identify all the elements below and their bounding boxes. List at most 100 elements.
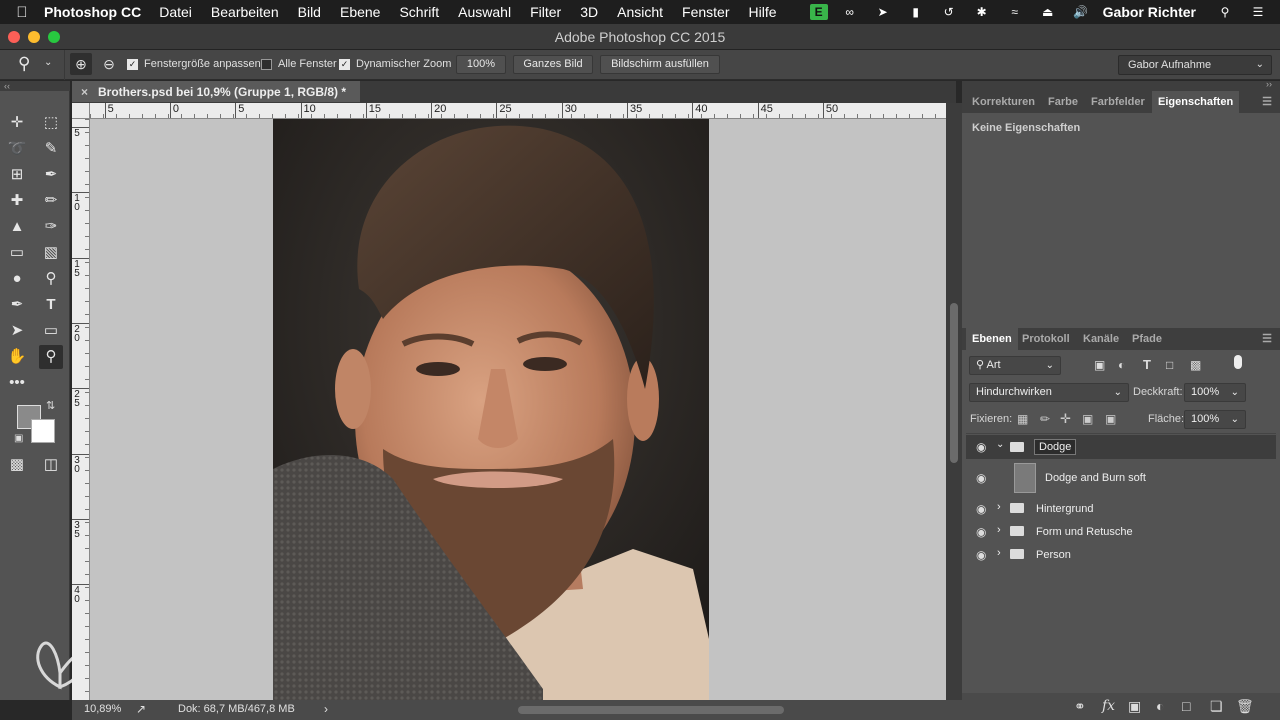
pen-tool-icon[interactable]: ✒ bbox=[5, 293, 29, 317]
layer-row[interactable]: ◉ › Person bbox=[966, 543, 1276, 566]
gradient-tool-icon[interactable]: ▧ bbox=[39, 241, 63, 265]
lock-artboard-icon[interactable]: ▣ bbox=[1082, 412, 1093, 426]
adjustment-layer-icon[interactable]: ◐ bbox=[1156, 698, 1164, 714]
filter-adjustment-icon[interactable]: ◐ bbox=[1118, 358, 1125, 372]
hand-tool-icon[interactable]: ✋ bbox=[5, 345, 29, 369]
document-size[interactable]: Dok: 68,7 MB/467,8 MB bbox=[178, 703, 295, 715]
tab-farbe[interactable]: Farbe bbox=[1048, 91, 1078, 113]
move-tool-icon[interactable]: ✛ bbox=[5, 111, 29, 135]
tab-pfade[interactable]: Pfade bbox=[1132, 328, 1162, 350]
marquee-tool-icon[interactable]: ⬚ bbox=[39, 111, 63, 135]
screen-mode-icon[interactable]: ◫ bbox=[39, 453, 63, 477]
crop-tool-icon[interactable]: ⊞ bbox=[5, 163, 29, 187]
close-window-button[interactable] bbox=[8, 31, 20, 43]
all-windows-checkbox[interactable] bbox=[261, 59, 272, 70]
menu-ebene[interactable]: Ebene bbox=[340, 4, 380, 20]
visibility-eye-icon[interactable]: ◉ bbox=[976, 440, 990, 454]
lasso-tool-icon[interactable]: ➰ bbox=[5, 137, 29, 161]
tab-korrekturen[interactable]: Korrekturen bbox=[972, 91, 1035, 113]
menu-ansicht[interactable]: Ansicht bbox=[617, 4, 663, 20]
fill-field[interactable]: 100% ⌄ bbox=[1184, 410, 1246, 429]
workspace-select[interactable]: Gabor Aufnahme ⌄ bbox=[1118, 55, 1272, 75]
lock-image-icon[interactable]: ✏ bbox=[1040, 412, 1050, 426]
type-tool-icon[interactable]: T bbox=[39, 293, 63, 317]
chevron-down-icon[interactable]: ⌄ bbox=[44, 57, 52, 68]
menu-filter[interactable]: Filter bbox=[530, 4, 561, 20]
lock-transparency-icon[interactable]: ▦ bbox=[1017, 412, 1028, 426]
zoom-100-button[interactable]: 100% bbox=[456, 55, 506, 74]
filter-shape-icon[interactable]: □ bbox=[1166, 358, 1173, 372]
chevron-right-icon[interactable]: › bbox=[324, 702, 328, 716]
layer-name-input[interactable]: Dodge bbox=[1034, 439, 1077, 455]
layer-row[interactable]: ◉ › Form und Retusche bbox=[966, 520, 1276, 543]
healing-brush-tool-icon[interactable]: ✚ bbox=[5, 189, 29, 213]
layer-row[interactable]: ◉ › Hintergrund bbox=[966, 497, 1276, 520]
swap-colors-icon[interactable]: ⇅ bbox=[46, 399, 55, 412]
user-name[interactable]: Gabor Richter bbox=[1103, 4, 1196, 20]
evernote-icon[interactable]: E bbox=[809, 4, 828, 20]
history-brush-tool-icon[interactable]: ✑ bbox=[39, 215, 63, 239]
close-document-icon[interactable]: × bbox=[81, 81, 88, 103]
lock-position-icon[interactable]: ✛ bbox=[1060, 411, 1071, 427]
vertical-scrollbar[interactable] bbox=[946, 103, 962, 700]
zoom-tool-preset-icon[interactable]: ⚲ bbox=[18, 54, 30, 74]
visibility-eye-icon[interactable]: ◉ bbox=[976, 548, 990, 562]
clone-stamp-tool-icon[interactable]: ▲ bbox=[5, 215, 29, 239]
chevron-right-icon[interactable]: › bbox=[997, 501, 1001, 513]
zoom-window-button[interactable] bbox=[48, 31, 60, 43]
filter-type-icon[interactable]: T bbox=[1143, 357, 1151, 372]
new-layer-icon[interactable]: ❏ bbox=[1210, 698, 1223, 715]
apple-menu-icon[interactable]:  bbox=[0, 4, 44, 21]
more-tools-icon[interactable]: ••• bbox=[5, 371, 29, 395]
bluetooth-icon[interactable]: ✱ bbox=[971, 4, 993, 20]
menu-auswahl[interactable]: Auswahl bbox=[458, 4, 511, 20]
cast-icon[interactable]: ➤ bbox=[872, 4, 894, 20]
new-group-icon[interactable]: □ bbox=[1182, 698, 1190, 714]
panel-dock-header[interactable]: ›› bbox=[962, 79, 1280, 91]
tools-panel-header[interactable]: ‹‹ bbox=[0, 81, 70, 91]
filter-pixel-icon[interactable]: ▣ bbox=[1094, 358, 1105, 372]
add-mask-icon[interactable]: ▣ bbox=[1128, 698, 1141, 715]
layer-row[interactable]: ◉ ⌄ Dodge bbox=[966, 435, 1276, 459]
eyedropper-tool-icon[interactable]: ✒ bbox=[39, 163, 63, 187]
tab-protokoll[interactable]: Protokoll bbox=[1022, 328, 1070, 350]
ruler-origin[interactable] bbox=[72, 103, 90, 119]
quick-selection-tool-icon[interactable]: ✎ bbox=[39, 137, 63, 161]
blend-mode-select[interactable]: Hindurchwirken ⌄ bbox=[969, 383, 1129, 402]
menu-schrift[interactable]: Schrift bbox=[399, 4, 439, 20]
tab-eigenschaften[interactable]: Eigenschaften bbox=[1152, 91, 1240, 113]
time-machine-icon[interactable]: ↺ bbox=[938, 4, 960, 20]
panel-menu-icon[interactable]: ☰ bbox=[1262, 332, 1272, 345]
horizontal-scroll-thumb[interactable] bbox=[518, 706, 784, 714]
zoom-out-icon[interactable]: ⊖ bbox=[98, 53, 120, 75]
zoom-in-icon[interactable]: ⊕ bbox=[70, 53, 92, 75]
eject-icon[interactable]: ⏏ bbox=[1037, 4, 1059, 20]
panel-menu-icon[interactable]: ☰ bbox=[1262, 95, 1272, 108]
background-color-swatch[interactable] bbox=[31, 419, 55, 443]
chevron-down-icon[interactable]: ⌄ bbox=[996, 439, 1004, 450]
default-colors-icon[interactable]: ▣ bbox=[14, 433, 23, 444]
visibility-eye-icon[interactable]: ◉ bbox=[976, 525, 990, 539]
document-tab[interactable]: × Brothers.psd bei 10,9% (Gruppe 1, RGB/… bbox=[72, 81, 360, 103]
menu-3d[interactable]: 3D bbox=[580, 4, 598, 20]
app-menu[interactable]: Photoshop CC bbox=[44, 4, 141, 20]
layer-row[interactable]: ◉ Dodge and Burn soft bbox=[966, 459, 1276, 497]
visibility-eye-icon[interactable]: ◉ bbox=[976, 502, 990, 516]
menu-hilfe[interactable]: Hilfe bbox=[749, 4, 777, 20]
battery-icon[interactable]: ▮ bbox=[905, 4, 927, 20]
filter-toggle[interactable] bbox=[1234, 355, 1242, 369]
fit-screen-button[interactable]: Ganzes Bild bbox=[513, 55, 593, 74]
vertical-ruler[interactable]: 5 1 0 1 5 2 0 2 5 3 0 3 5 4 0 bbox=[72, 119, 90, 700]
link-layers-icon[interactable]: ⚭ bbox=[1074, 698, 1086, 715]
spotlight-search-icon[interactable]: ⚲ bbox=[1214, 4, 1236, 20]
share-icon[interactable]: ↗ bbox=[136, 702, 146, 716]
wifi-icon[interactable]: ≈ bbox=[1004, 4, 1026, 20]
collapse-panels-icon[interactable]: ›› bbox=[1266, 79, 1272, 89]
volume-icon[interactable]: 🔊 bbox=[1070, 4, 1092, 20]
path-selection-tool-icon[interactable]: ➤ bbox=[5, 319, 29, 343]
vertical-scroll-thumb[interactable] bbox=[950, 303, 958, 463]
tab-ebenen[interactable]: Ebenen bbox=[966, 328, 1018, 350]
infinity-icon[interactable]: ∞ bbox=[839, 4, 861, 20]
menu-datei[interactable]: Datei bbox=[159, 4, 192, 20]
fill-screen-button[interactable]: Bildschirm ausfüllen bbox=[600, 55, 720, 74]
